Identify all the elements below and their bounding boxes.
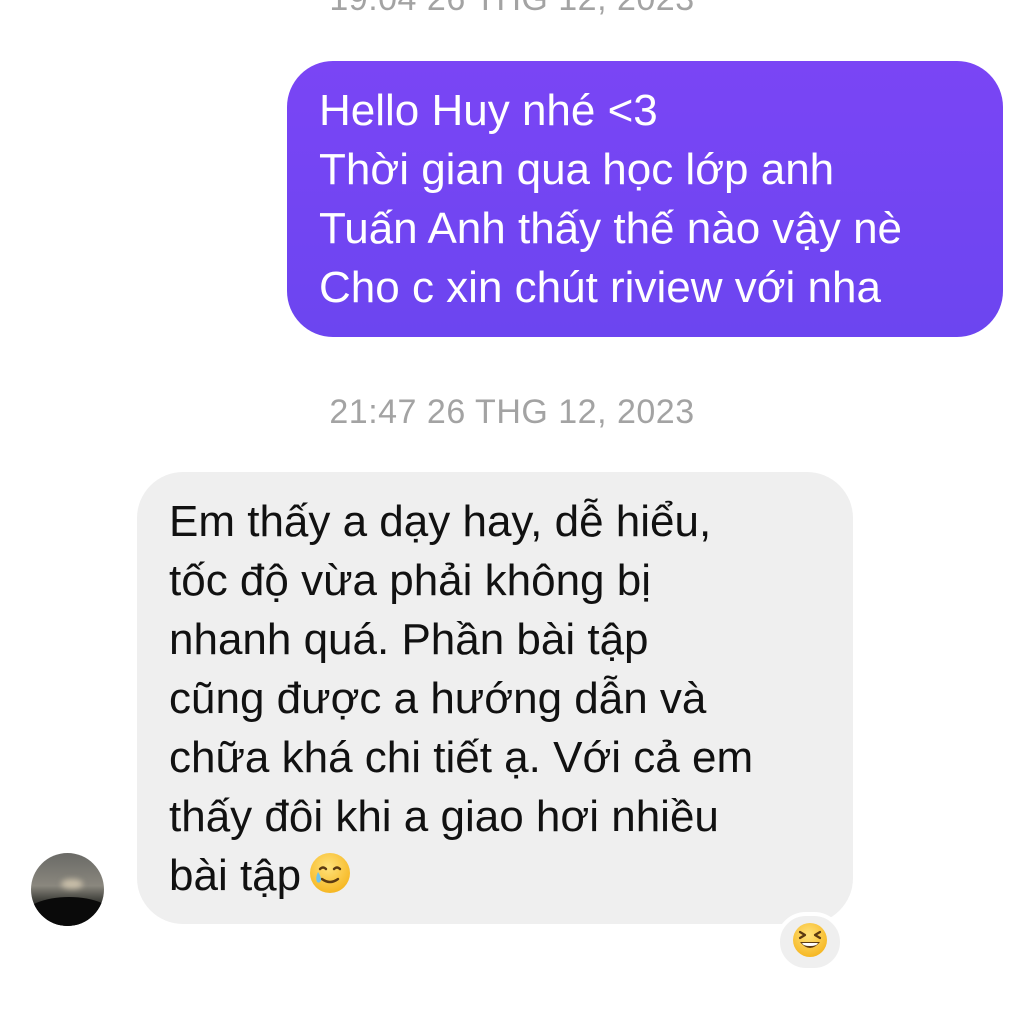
message-line: nhanh quá. Phần bài tập bbox=[169, 615, 649, 664]
message-line: chữa khá chi tiết ạ. Với cả em bbox=[169, 733, 754, 782]
message-line: tốc độ vừa phải không bị bbox=[169, 556, 652, 605]
avatar-photo-silhouette bbox=[31, 897, 104, 926]
message-line: cũng được a hướng dẫn và bbox=[169, 674, 707, 723]
message-line: Em thấy a dạy hay, dễ hiểu, bbox=[169, 497, 712, 546]
contact-avatar[interactable] bbox=[31, 853, 104, 926]
message-line: thấy đôi khi a giao hơi nhiều bbox=[169, 792, 719, 841]
outgoing-message-bubble[interactable]: Hello Huy nhé <3 Thời gian qua học lớp a… bbox=[287, 61, 1003, 337]
message-reaction[interactable] bbox=[776, 912, 844, 972]
timestamp-top: 19:04 26 THG 12, 2023 bbox=[0, 0, 1024, 19]
message-line: Hello Huy nhé <3 bbox=[319, 86, 658, 135]
grinning-squinting-face-icon bbox=[790, 920, 830, 965]
timestamp-middle: 21:47 26 THG 12, 2023 bbox=[329, 393, 695, 431]
message-line-last: bài tập bbox=[169, 846, 853, 911]
avatar-photo-glow bbox=[61, 879, 83, 889]
chat-thread: 19:04 26 THG 12, 2023 Hello Huy nhé <3 T… bbox=[0, 0, 1024, 1024]
message-line: Cho c xin chút riview với nha bbox=[319, 263, 881, 312]
message-line: Thời gian qua học lớp anh bbox=[319, 145, 835, 194]
message-line-text: bài tập bbox=[169, 851, 302, 900]
incoming-message-bubble[interactable]: Em thấy a dạy hay, dễ hiểu, tốc độ vừa p… bbox=[137, 472, 853, 924]
message-line: Tuấn Anh thấy thế nào vậy nè bbox=[319, 204, 903, 253]
smiling-face-with-tear-icon bbox=[307, 850, 353, 911]
